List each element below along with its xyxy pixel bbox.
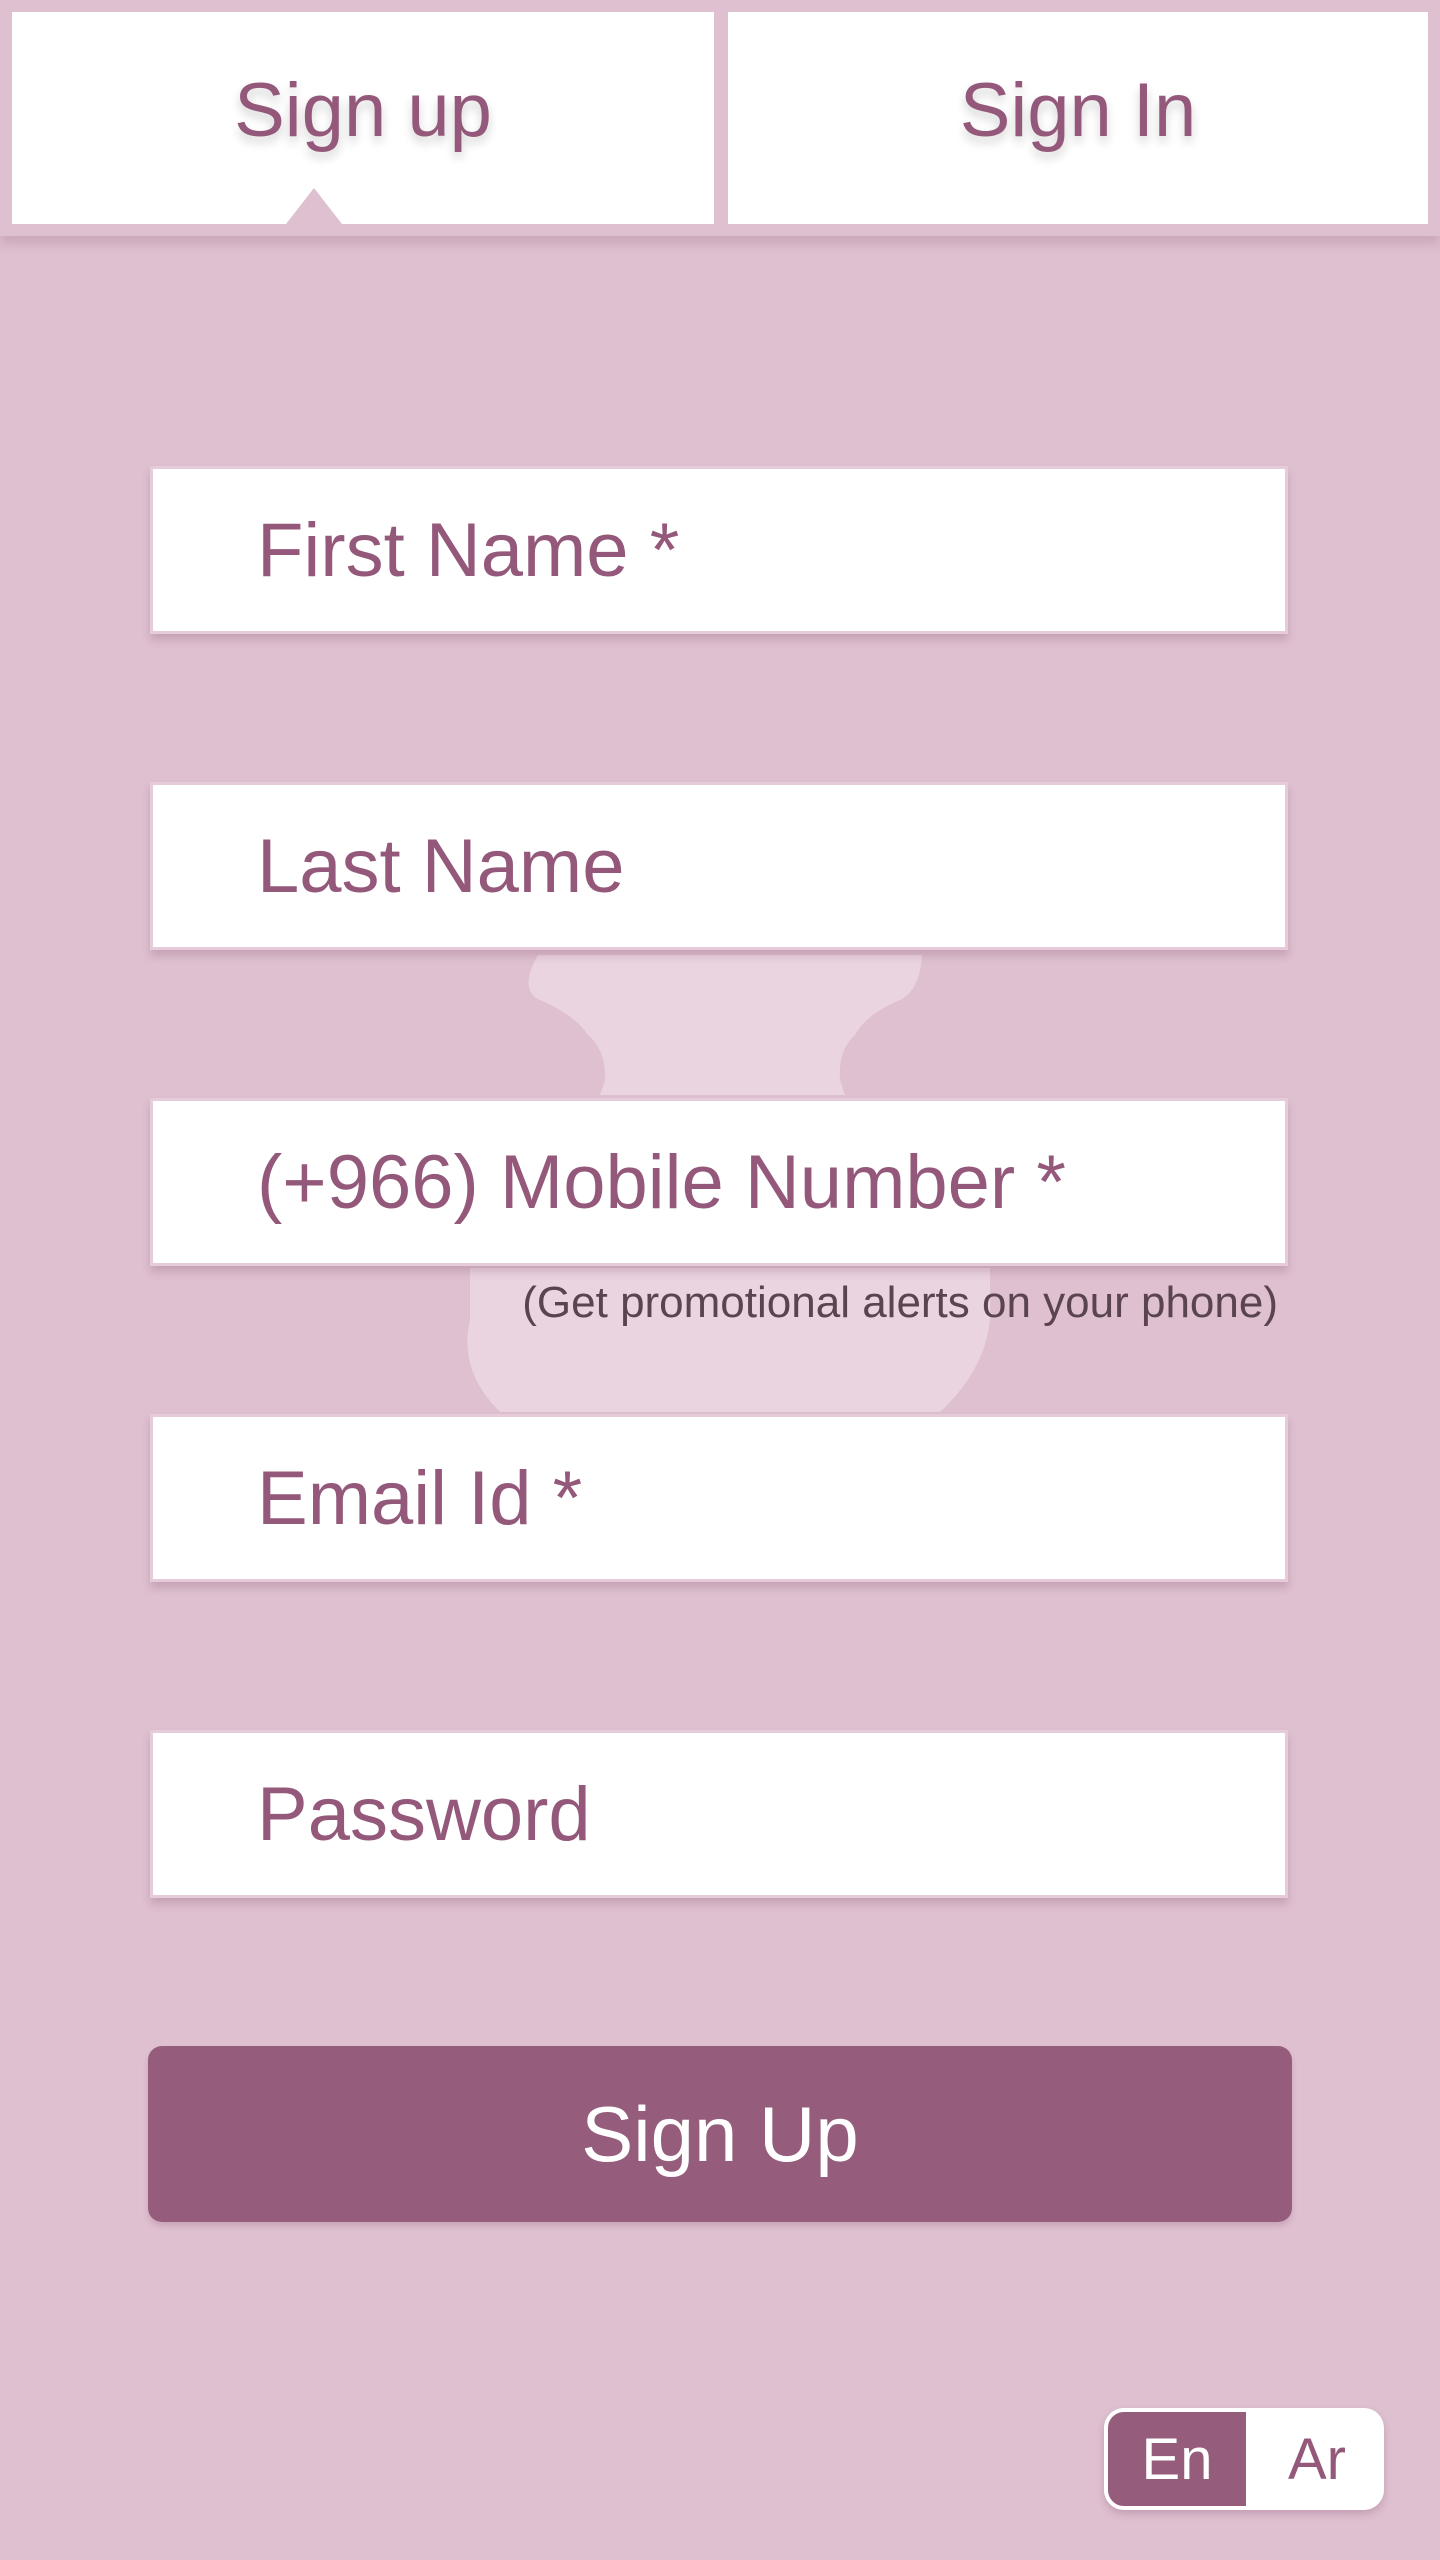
- mobile-number-input[interactable]: [153, 1101, 1285, 1263]
- first-name-input[interactable]: [153, 469, 1285, 631]
- mobile-hint-text: (Get promotional alerts on your phone): [522, 1278, 1278, 1327]
- email-field-box: [150, 1414, 1288, 1582]
- auth-tab-bar: Sign up Sign In: [0, 0, 1440, 236]
- first-name-field-box: [150, 466, 1288, 634]
- password-field-box: [150, 1730, 1288, 1898]
- language-toggle: En Ar: [1104, 2408, 1384, 2510]
- last-name-field-box: [150, 782, 1288, 950]
- tab-sign-in[interactable]: Sign In: [728, 12, 1428, 224]
- tab-sign-in-label: Sign In: [959, 67, 1197, 153]
- tab-sign-up[interactable]: Sign up: [12, 12, 714, 224]
- tab-sign-up-label: Sign up: [234, 67, 492, 153]
- email-input[interactable]: [153, 1417, 1285, 1579]
- language-option-en[interactable]: En: [1104, 2408, 1250, 2510]
- mobile-field-box: [150, 1098, 1288, 1266]
- sign-up-button[interactable]: Sign Up: [148, 2046, 1292, 2222]
- password-input[interactable]: [153, 1733, 1285, 1895]
- active-tab-indicator: [286, 188, 342, 224]
- language-option-ar[interactable]: Ar: [1250, 2408, 1384, 2510]
- last-name-input[interactable]: [153, 785, 1285, 947]
